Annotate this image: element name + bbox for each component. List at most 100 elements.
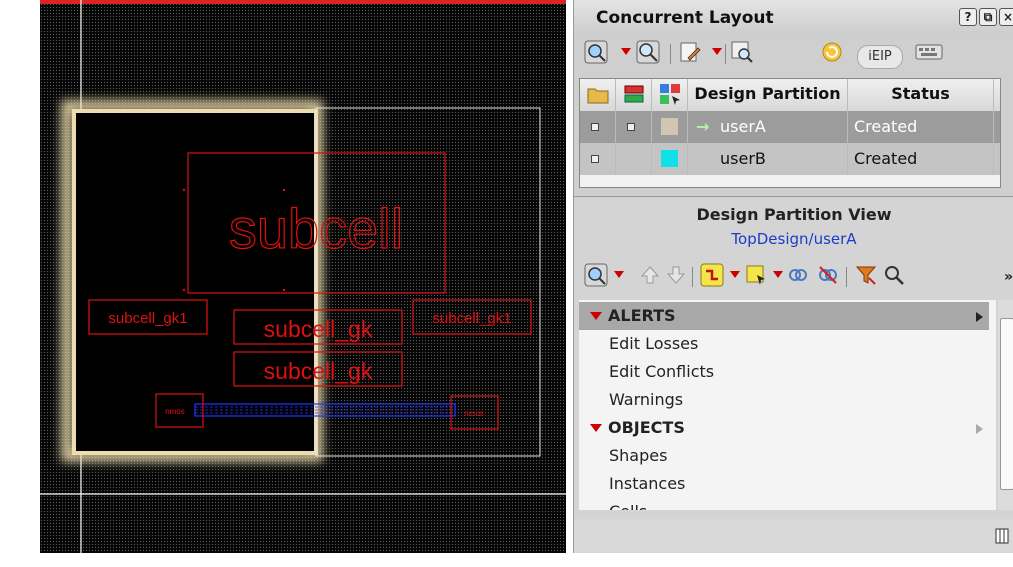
edit-icon[interactable] bbox=[678, 40, 702, 64]
row-checkbox[interactable] bbox=[627, 123, 635, 131]
layout-drawing[interactable]: subcell subcell_gk1 subcell_gk1 subcell_… bbox=[40, 0, 566, 553]
tree-scrollbar[interactable] bbox=[998, 300, 1013, 510]
panel-title: Concurrent Layout bbox=[596, 8, 774, 28]
partition-name-cell[interactable]: → userA bbox=[688, 111, 848, 143]
row-color-cell[interactable] bbox=[652, 143, 688, 175]
header-status[interactable]: Status bbox=[848, 79, 994, 111]
tree-item-warnings[interactable]: Warnings bbox=[579, 386, 996, 414]
toolbar-separator bbox=[846, 267, 847, 287]
panel-titlebar[interactable]: Concurrent Layout ? ⧉ × bbox=[574, 0, 1013, 34]
expand-caret-icon[interactable] bbox=[590, 424, 602, 432]
header-layers-cell[interactable] bbox=[616, 79, 652, 111]
toolbar-separator bbox=[670, 44, 671, 64]
expand-caret-icon[interactable] bbox=[590, 312, 602, 320]
item-label: Edit Losses bbox=[609, 334, 699, 353]
tree-item-cells[interactable]: Cells bbox=[579, 498, 996, 510]
filter-icon[interactable] bbox=[854, 263, 878, 287]
user-partition-area[interactable] bbox=[72, 109, 318, 455]
probe-icon[interactable] bbox=[730, 40, 754, 64]
partition-name[interactable]: userB bbox=[688, 143, 848, 175]
header-color-cell[interactable] bbox=[652, 79, 688, 111]
search-icon[interactable] bbox=[882, 263, 906, 287]
table-row[interactable]: userB Created bbox=[580, 143, 1000, 175]
unlink-icon[interactable] bbox=[816, 263, 840, 287]
expand-right-icon[interactable] bbox=[976, 312, 983, 322]
origin-marker bbox=[282, 288, 286, 292]
layout-canvas[interactable]: subcell subcell_gk1 subcell_gk1 subcell_… bbox=[40, 0, 566, 553]
close-button[interactable]: × bbox=[999, 8, 1013, 26]
header-design-partition[interactable]: Design Partition bbox=[688, 79, 848, 111]
highlight-path-icon[interactable] bbox=[700, 263, 724, 287]
pin-right-label: nmos bbox=[464, 409, 484, 418]
overflow-chevron-icon[interactable]: » bbox=[1004, 269, 1013, 285]
design-partition-view: Design Partition View TopDesign/userA » … bbox=[574, 196, 1013, 553]
header-open-cell[interactable] bbox=[580, 79, 616, 111]
down-arrow-icon[interactable] bbox=[664, 263, 688, 287]
help-button[interactable]: ? bbox=[959, 8, 977, 26]
highlight-dropdown-arrow[interactable] bbox=[730, 271, 740, 278]
origin-marker bbox=[282, 188, 286, 192]
zoom-fit-dropdown-arrow[interactable] bbox=[621, 48, 631, 55]
origin-marker bbox=[182, 288, 186, 292]
refresh-icon[interactable] bbox=[820, 40, 844, 64]
origin-marker bbox=[182, 188, 186, 192]
row-checkbox[interactable] bbox=[591, 123, 599, 131]
tree-item-shapes[interactable]: Shapes bbox=[579, 442, 996, 470]
item-label: Edit Conflicts bbox=[609, 362, 715, 381]
tree-item-instances[interactable]: Instances bbox=[579, 470, 996, 498]
layers-icon bbox=[624, 85, 644, 103]
item-label: Instances bbox=[609, 474, 686, 493]
partition-view-toolbar: » bbox=[574, 259, 1013, 293]
float-button[interactable]: ⧉ bbox=[979, 8, 997, 26]
expand-right-icon[interactable] bbox=[976, 424, 983, 434]
item-label: Cells bbox=[609, 502, 647, 510]
tree-group-alerts[interactable]: ALERTS bbox=[579, 302, 989, 330]
up-arrow-icon[interactable] bbox=[638, 263, 662, 287]
columns-icon[interactable] bbox=[995, 528, 1009, 544]
tree-scrollbar-thumb[interactable] bbox=[1000, 318, 1013, 490]
zoom-fit-icon[interactable] bbox=[584, 263, 608, 287]
partition-status: Created bbox=[848, 143, 994, 175]
zoom-fit-icon[interactable] bbox=[584, 40, 608, 64]
item-label: Warnings bbox=[609, 390, 684, 409]
tree-item-edit-losses[interactable]: Edit Losses bbox=[579, 330, 996, 358]
tree-group-objects[interactable]: OBJECTS bbox=[579, 414, 989, 442]
table-header: Design Partition Status bbox=[580, 79, 1000, 112]
subcell-gk1-left-label: subcell_gk1 bbox=[108, 310, 187, 327]
pin-left-label: nmos bbox=[165, 407, 185, 416]
partition-view-path[interactable]: TopDesign/userA bbox=[574, 230, 1013, 248]
subcell-gk-b-label: subcell_gk bbox=[264, 358, 373, 384]
row-color-cell[interactable] bbox=[652, 111, 688, 143]
tree-item-edit-conflicts[interactable]: Edit Conflicts bbox=[579, 358, 996, 386]
subcell-label: subcell bbox=[229, 197, 403, 260]
zoom-dropdown-arrow[interactable] bbox=[614, 271, 624, 278]
row-checkbox[interactable] bbox=[591, 155, 599, 163]
panel-toolbar: iEIP bbox=[574, 36, 1013, 72]
design-partition-table: Design Partition Status → userA Created u… bbox=[579, 78, 1001, 188]
edit-dropdown-arrow[interactable] bbox=[712, 48, 722, 55]
partition-name: userA bbox=[720, 117, 766, 136]
partition-color-swatch[interactable] bbox=[661, 118, 678, 135]
partition-view-tree: ALERTS Edit Losses Edit Conflicts Warnin… bbox=[579, 300, 996, 510]
panel-statusbar bbox=[574, 519, 1013, 553]
partition-color-swatch[interactable] bbox=[661, 150, 678, 167]
row-open-cell[interactable] bbox=[580, 143, 616, 175]
select-dropdown-arrow[interactable] bbox=[773, 271, 783, 278]
table-row[interactable]: → userA Created bbox=[580, 111, 1000, 143]
ieip-toggle[interactable]: iEIP bbox=[857, 45, 903, 69]
toolbar-separator bbox=[692, 267, 693, 287]
row-open-cell[interactable] bbox=[580, 111, 616, 143]
current-partition-arrow-icon: → bbox=[696, 117, 710, 136]
toolbar-separator bbox=[725, 44, 726, 64]
row-layers-cell[interactable] bbox=[616, 111, 652, 143]
partition-view-title: Design Partition View bbox=[696, 205, 892, 224]
link-icon[interactable] bbox=[786, 263, 810, 287]
folder-icon bbox=[587, 88, 609, 104]
row-layers-cell[interactable] bbox=[616, 143, 652, 175]
group-label: OBJECTS bbox=[608, 418, 685, 437]
select-shape-icon[interactable] bbox=[744, 263, 768, 287]
subcell-gk1-right-label: subcell_gk1 bbox=[432, 310, 511, 327]
zoom-select-icon[interactable] bbox=[636, 40, 660, 64]
keyboard-icon[interactable] bbox=[915, 40, 943, 64]
group-label: ALERTS bbox=[608, 306, 676, 325]
